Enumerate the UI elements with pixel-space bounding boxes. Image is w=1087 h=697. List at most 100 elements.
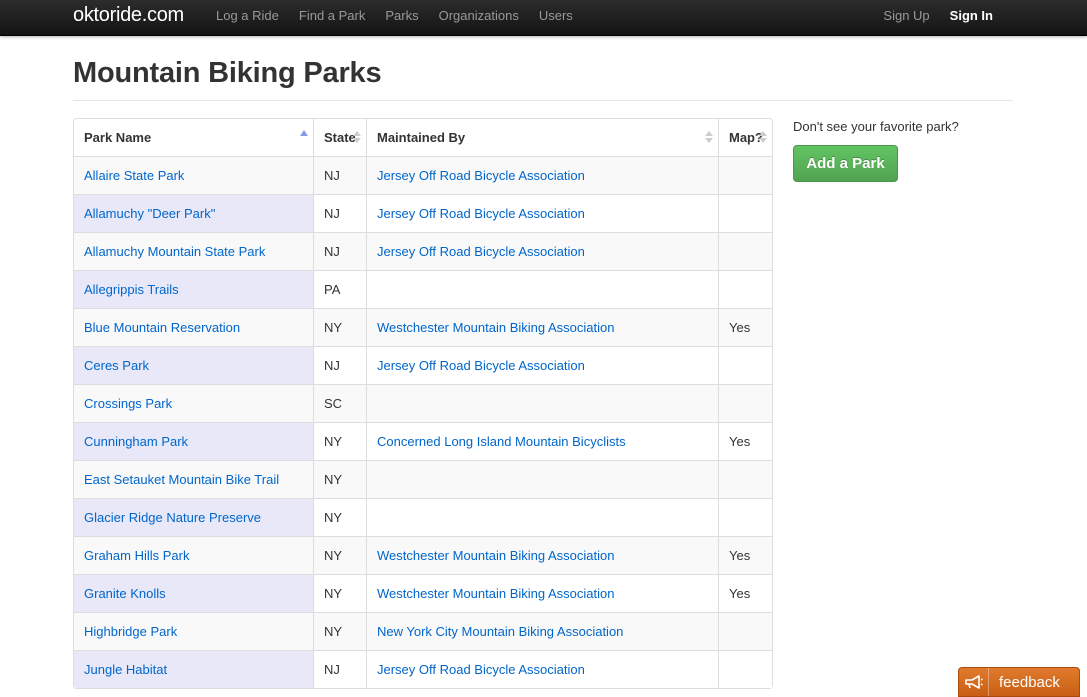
park-name-link[interactable]: Allamuchy "Deer Park" <box>84 206 215 221</box>
sign-up-link[interactable]: Sign Up <box>873 0 939 36</box>
maintained-by-cell <box>366 270 718 308</box>
map-cell: Yes <box>718 536 772 574</box>
organization-link[interactable]: Jersey Off Road Bicycle Association <box>377 662 585 677</box>
park-name-link[interactable]: Graham Hills Park <box>84 548 189 563</box>
park-name-cell: Cunningham Park <box>74 422 313 460</box>
page-title: Mountain Biking Parks <box>73 57 382 89</box>
organization-link[interactable]: Jersey Off Road Bicycle Association <box>377 244 585 259</box>
table-row: Allamuchy "Deer Park" NJ Jersey Off Road B… <box>74 194 772 232</box>
organization-link[interactable]: Westchester Mountain Biking Association <box>377 320 615 335</box>
table-row: Highbridge Park NY New York City Mountain … <box>74 612 772 650</box>
map-cell <box>718 232 772 270</box>
table-body: Allaire State Park NJ Jersey Off Road Bicy… <box>74 156 772 688</box>
state-cell: NJ <box>313 650 366 688</box>
table-row: Allamuchy Mountain State Park NJ Jersey Of… <box>74 232 772 270</box>
table-row: Crossings Park SC <box>74 384 772 422</box>
park-name-link[interactable]: Allegrippis Trails <box>84 282 179 297</box>
organization-link[interactable]: New York City Mountain Biking Associatio… <box>377 624 623 639</box>
maintained-by-cell: Jersey Off Road Bicycle Association <box>366 650 718 688</box>
park-name-link[interactable]: Blue Mountain Reservation <box>84 320 240 335</box>
park-name-cell: Graham Hills Park <box>74 536 313 574</box>
organization-link[interactable]: Jersey Off Road Bicycle Association <box>377 168 585 183</box>
sign-in-link[interactable]: Sign In <box>940 0 1003 36</box>
sort-icon <box>759 131 767 145</box>
park-name-link[interactable]: East Setauket Mountain Bike Trail <box>84 472 279 487</box>
organization-link[interactable]: Jersey Off Road Bicycle Association <box>377 206 585 221</box>
header-maintained-by[interactable]: Maintained By <box>366 119 718 156</box>
table-row: Graham Hills Park NY Westchester Mountain … <box>74 536 772 574</box>
sort-icon <box>705 131 713 145</box>
header-park-name[interactable]: Park Name <box>74 119 313 156</box>
map-cell: Yes <box>718 574 772 612</box>
nav-organizations[interactable]: Organizations <box>429 0 529 36</box>
state-cell: NY <box>313 422 366 460</box>
maintained-by-cell: Westchester Mountain Biking Association <box>366 574 718 612</box>
account-nav: Sign Up Sign In <box>873 0 1003 36</box>
table-row: Allaire State Park NJ Jersey Off Road Bicy… <box>74 156 772 194</box>
park-name-cell: Allamuchy Mountain State Park <box>74 232 313 270</box>
map-cell <box>718 498 772 536</box>
maintained-by-cell: Jersey Off Road Bicycle Association <box>366 194 718 232</box>
brand-logo[interactable]: oktoride.com <box>73 4 184 27</box>
park-name-cell: Granite Knolls <box>74 574 313 612</box>
header-maintained-by-label: Maintained By <box>377 130 466 145</box>
add-park-prompt: Don't see your favorite park? <box>793 119 959 134</box>
organization-link[interactable]: Westchester Mountain Biking Association <box>377 548 615 563</box>
park-name-link[interactable]: Jungle Habitat <box>84 662 167 677</box>
add-park-button[interactable]: Add a Park <box>793 145 898 182</box>
map-cell <box>718 194 772 232</box>
megaphone-icon <box>959 668 989 696</box>
state-cell: NY <box>313 574 366 612</box>
top-navbar: oktoride.com Log a Ride Find a Park Park… <box>0 0 1087 36</box>
park-name-link[interactable]: Ceres Park <box>84 358 149 373</box>
park-name-cell: East Setauket Mountain Bike Trail <box>74 460 313 498</box>
map-cell <box>718 384 772 422</box>
maintained-by-cell: Jersey Off Road Bicycle Association <box>366 156 718 194</box>
table-row: Jungle Habitat NJ Jersey Off Road Bicycle … <box>74 650 772 688</box>
parks-table: Park Name State Maintained By Map? Allai… <box>73 118 773 689</box>
maintained-by-cell <box>366 498 718 536</box>
title-divider <box>73 100 1013 101</box>
park-name-link[interactable]: Allaire State Park <box>84 168 184 183</box>
header-map[interactable]: Map? <box>718 119 772 156</box>
table-row: Allegrippis Trails PA <box>74 270 772 308</box>
maintained-by-cell: New York City Mountain Biking Associatio… <box>366 612 718 650</box>
park-name-cell: Blue Mountain Reservation <box>74 308 313 346</box>
header-park-name-label: Park Name <box>84 130 152 145</box>
nav-log-a-ride[interactable]: Log a Ride <box>206 0 289 36</box>
nav-users[interactable]: Users <box>529 0 583 36</box>
organization-link[interactable]: Jersey Off Road Bicycle Association <box>377 358 585 373</box>
park-name-link[interactable]: Cunningham Park <box>84 434 188 449</box>
park-name-cell: Ceres Park <box>74 346 313 384</box>
table-row: Blue Mountain Reservation NY Westchester M… <box>74 308 772 346</box>
table-row: Ceres Park NJ Jersey Off Road Bicycle Asso… <box>74 346 772 384</box>
park-name-link[interactable]: Crossings Park <box>84 396 172 411</box>
organization-link[interactable]: Westchester Mountain Biking Association <box>377 586 615 601</box>
state-cell: NY <box>313 308 366 346</box>
sort-icon <box>353 131 361 145</box>
organization-link[interactable]: Concerned Long Island Mountain Bicyclist… <box>377 434 626 449</box>
park-name-link[interactable]: Glacier Ridge Nature Preserve <box>84 510 261 525</box>
state-cell: NJ <box>313 194 366 232</box>
maintained-by-cell: Concerned Long Island Mountain Bicyclist… <box>366 422 718 460</box>
park-name-cell: Allegrippis Trails <box>74 270 313 308</box>
nav-parks[interactable]: Parks <box>375 0 428 36</box>
park-name-cell: Glacier Ridge Nature Preserve <box>74 498 313 536</box>
header-state-label: State <box>324 130 356 145</box>
maintained-by-cell: Westchester Mountain Biking Association <box>366 536 718 574</box>
park-name-cell: Allamuchy "Deer Park" <box>74 194 313 232</box>
map-cell <box>718 270 772 308</box>
state-cell: NY <box>313 536 366 574</box>
map-cell <box>718 612 772 650</box>
park-name-link[interactable]: Highbridge Park <box>84 624 177 639</box>
table-row: East Setauket Mountain Bike Trail NY <box>74 460 772 498</box>
header-state[interactable]: State <box>313 119 366 156</box>
state-cell: NJ <box>313 232 366 270</box>
park-name-link[interactable]: Granite Knolls <box>84 586 166 601</box>
park-name-link[interactable]: Allamuchy Mountain State Park <box>84 244 265 259</box>
nav-find-a-park[interactable]: Find a Park <box>289 0 375 36</box>
state-cell: NJ <box>313 156 366 194</box>
map-cell <box>718 650 772 688</box>
map-cell: Yes <box>718 308 772 346</box>
state-cell: NY <box>313 612 366 650</box>
